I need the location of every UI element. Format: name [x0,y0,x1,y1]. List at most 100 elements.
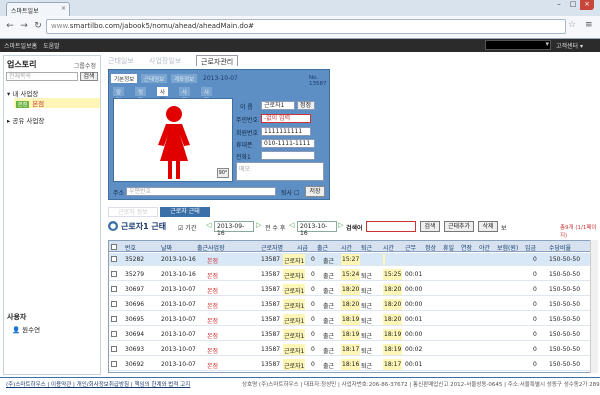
address-field[interactable]: 우편번호 [126,187,276,196]
browser-tab-title: 스마트일보 [11,8,39,15]
rotate-photo-button[interactable]: 90° [217,168,229,178]
close-window-icon[interactable]: × [580,0,594,10]
col-header[interactable]: 날짜 [161,243,172,252]
tab-daily-attendance[interactable]: 근태일보 [104,55,138,66]
browser-menu-icon[interactable]: ≡ [585,20,593,30]
table-cell: 출근 [323,333,335,340]
table-row[interactable]: 30693 2013-10-07 본점 13587 근로자1 0 출근 18:17 퇴근 18:1… [109,343,597,356]
col-header[interactable]: 휴일 [443,243,454,252]
tab-worker-management[interactable]: 근로자관리 [196,55,239,66]
date-to-input[interactable]: 2013-10-16 [297,221,337,237]
tab-worker-attendance[interactable]: 근로자 근태 [160,207,210,217]
tree-item-shared-workplace[interactable]: ▸ 공유 사업장 [7,115,44,125]
table-cell: 30694 [125,331,145,338]
sidebar-group-edit-link[interactable]: 그룹수정 [74,61,96,70]
table-row[interactable]: 30696 2013-10-07 본점 13587 근로자1 0 출근 18:20 퇴근 18:2… [109,298,597,311]
date-from-input[interactable]: 2013-09-16 [214,221,254,237]
col-header[interactable]: 시급 [297,243,308,252]
tree-item-my-workplace[interactable]: ▾ 내 사업장 [7,88,38,98]
maximize-icon[interactable]: □ [566,0,580,10]
forward-icon[interactable]: → [18,20,30,32]
row-checkbox[interactable] [111,361,117,367]
row-checkbox[interactable] [111,256,117,262]
select-all-checkbox[interactable] [111,244,117,250]
photo-tab-back[interactable]: 뒷면 [135,87,147,104]
prev-date-to-icon[interactable]: ◁ [289,221,294,229]
row-checkbox[interactable] [111,316,117,322]
nav-home-link[interactable]: 스마트일보홈 [4,43,37,50]
table-row[interactable]: 30692 2013-10-07 본점 13587 근로자1 0 출근 18:16 퇴근 18:1… [109,358,597,371]
attendance-title: 근로자1 근태 [121,222,167,231]
photo-tab-front[interactable]: 앞면 [113,87,125,104]
sidebar-search-button[interactable]: 검색 [80,72,98,81]
card-tab-attendance[interactable]: 근태정보 [141,74,168,83]
col-header[interactable]: 근로자명 [261,243,283,252]
name-edit-button[interactable]: 정정 [297,101,315,110]
col-header[interactable]: 수당비율 [549,243,571,252]
col-header[interactable]: 정상 [425,243,436,252]
table-row[interactable]: 30694 2013-10-07 본점 13587 근로자1 0 출근 18:19 퇴근 18:1… [109,328,597,341]
period-filter[interactable]: ☑ 기간 [178,223,196,232]
col-header[interactable]: 보험(원) [497,243,518,252]
row-checkbox[interactable] [111,271,117,277]
col-header[interactable]: 출근 [317,243,328,252]
row-checkbox[interactable] [111,286,117,292]
user-item[interactable]: 👤 원수연 [12,324,40,334]
browser-tab[interactable]: 스마트일보 × [6,2,70,16]
photo-tab-3[interactable]: 사진3 [201,87,213,110]
delete-button[interactable]: 삭제 [478,221,498,232]
save-button[interactable]: 저장 [305,186,325,197]
bookmark-star-icon[interactable]: ☆ [568,20,576,30]
resign-checkbox[interactable]: 퇴사 ☐ [281,188,299,197]
table-row[interactable]: 30695 2013-10-07 본점 13587 근로자1 0 출근 18:19 퇴근 18:2… [109,313,597,326]
mobile-field[interactable]: 010-1111-1111 [261,139,315,148]
rrn-field[interactable]: -없이 입력 [261,114,311,123]
user-select[interactable] [485,40,551,50]
table-row[interactable]: 35282 2013-10-16 본점 13587 근로자1 0 출근 15:27 0 150-5… [109,253,597,266]
col-header[interactable]: 야간 [479,243,490,252]
col-header[interactable]: 시간 [383,243,394,252]
photo-tab-2[interactable]: 사진2 [179,87,191,110]
col-header[interactable]: 시간 [341,243,352,252]
search-input[interactable] [366,221,416,232]
card-tab-basic[interactable]: 기본정보 [111,74,138,83]
back-icon[interactable]: ← [4,20,16,32]
table-row[interactable]: 30697 2013-10-07 본점 13587 근로자1 0 출근 18:20 퇴근 18:2… [109,283,597,296]
customer-center-menu[interactable]: 고객센터 ▾ [556,41,583,50]
sidebar-search-input[interactable]: 전체목록 [6,72,78,81]
footer-links[interactable]: (주)스마트하우스 | 이용약관 | 개인/회사정보취급방침 | 책임의 한계와… [6,380,190,388]
tab-workplace-daily[interactable]: 사업장일보 [145,55,185,66]
table-row[interactable]: 35279 2013-10-16 본점 13587 근로자1 0 출근 15:24 퇴근 15:2… [109,268,597,281]
memo-field[interactable]: 메모 [236,162,324,181]
col-header[interactable]: 근무 [405,243,416,252]
next-date-to-icon[interactable]: ▷ [338,221,343,229]
url-input[interactable]: www.smartilbo.com/jabook5/nomu/ahead/ahe… [46,19,566,34]
col-header[interactable]: 출근사업장 [197,243,225,252]
row-checkbox[interactable] [111,331,117,337]
col-header[interactable]: 번호 [125,243,136,252]
rrn-label: 주민번호 [236,117,259,124]
name-field[interactable]: 근로자1 [261,101,295,110]
card-tab-account[interactable]: 계좌정보 [171,74,198,83]
member-no-field[interactable]: 1111111111 [261,127,311,136]
col-header[interactable]: 임금 [525,243,536,252]
reload-icon[interactable]: ↻ [32,20,44,32]
col-header[interactable]: 연장 [461,243,472,252]
search-button[interactable]: 검색 [420,221,440,232]
close-tab-icon[interactable]: × [61,5,66,12]
col-header[interactable]: 퇴근 [361,243,372,252]
row-checkbox[interactable] [111,301,117,307]
tree-item-selected[interactable]: 본점 본점 [14,98,100,108]
tab-worker-info[interactable]: 근로자 정보 [108,207,158,217]
nav-help-link[interactable]: 도움말 [43,43,60,50]
table-cell: 18:17 [383,359,403,370]
minimize-icon[interactable]: – [552,0,566,10]
table-cell: 근로자1 [283,344,306,355]
prev-date-icon[interactable]: ◁ [206,221,211,229]
photo-tab-1[interactable]: 사진1 [157,87,169,110]
add-attendance-button[interactable]: 근태추가 [444,221,474,232]
table-scrollbar[interactable] [590,240,598,373]
phone-field[interactable] [261,151,315,160]
next-date-icon[interactable]: ▷ [256,221,261,229]
row-checkbox[interactable] [111,346,117,352]
